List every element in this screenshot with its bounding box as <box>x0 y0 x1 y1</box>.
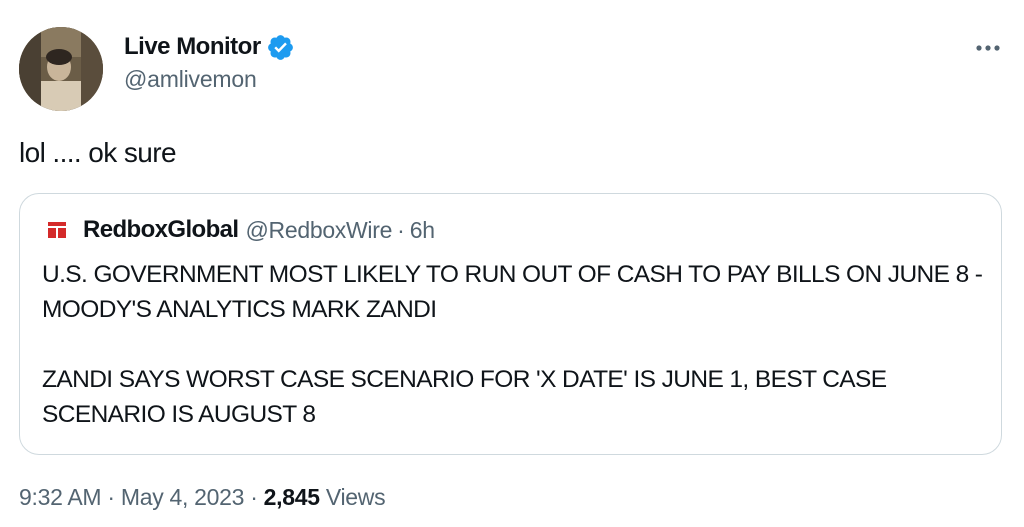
author-display-name[interactable]: Live Monitor <box>124 33 261 61</box>
quoted-timestamp: 6h <box>409 216 435 243</box>
views-label: Views <box>325 484 386 510</box>
tweet-time[interactable]: 9:32 AM <box>19 484 102 510</box>
more-horizontal-icon[interactable] <box>974 34 1002 62</box>
views-count: 2,845 <box>263 484 320 510</box>
tweet-date[interactable]: May 4, 2023 <box>121 484 245 510</box>
quoted-paragraph: U.S. GOVERNMENT MOST LIKELY TO RUN OUT O… <box>42 261 983 323</box>
quoted-handle: @RedboxWire <box>245 216 393 243</box>
quoted-separator: · <box>397 216 405 243</box>
tweet-meta: 9:32 AM · May 4, 2023 · 2,845 Views <box>19 484 386 511</box>
verified-badge-icon[interactable] <box>266 33 295 62</box>
meta-separator: · <box>250 484 258 510</box>
redbox-logo-icon <box>47 220 67 240</box>
quoted-tweet[interactable]: RedboxGlobal @RedboxWire · 6h U.S. GOVER… <box>19 193 1002 455</box>
author-block: Live Monitor @amlivemon <box>124 30 295 93</box>
meta-separator: · <box>107 484 115 510</box>
tweet-text: lol .... ok sure <box>19 137 177 168</box>
author-handle[interactable]: @amlivemon <box>124 66 295 93</box>
display-name-row: Live Monitor <box>124 30 295 64</box>
avatar[interactable] <box>19 27 103 111</box>
quoted-tweet-body: U.S. GOVERNMENT MOST LIKELY TO RUN OUT O… <box>42 257 992 432</box>
quoted-paragraph: ZANDI SAYS WORST CASE SCENARIO FOR 'X DA… <box>42 366 887 428</box>
tweet-card: Live Monitor @amlivemon lol .... ok sure <box>0 0 1024 527</box>
avatar-photo-icon <box>19 27 103 111</box>
quoted-display-name: RedboxGlobal <box>83 216 239 243</box>
quoted-tweet-header: RedboxGlobal @RedboxWire · 6h <box>47 216 435 244</box>
